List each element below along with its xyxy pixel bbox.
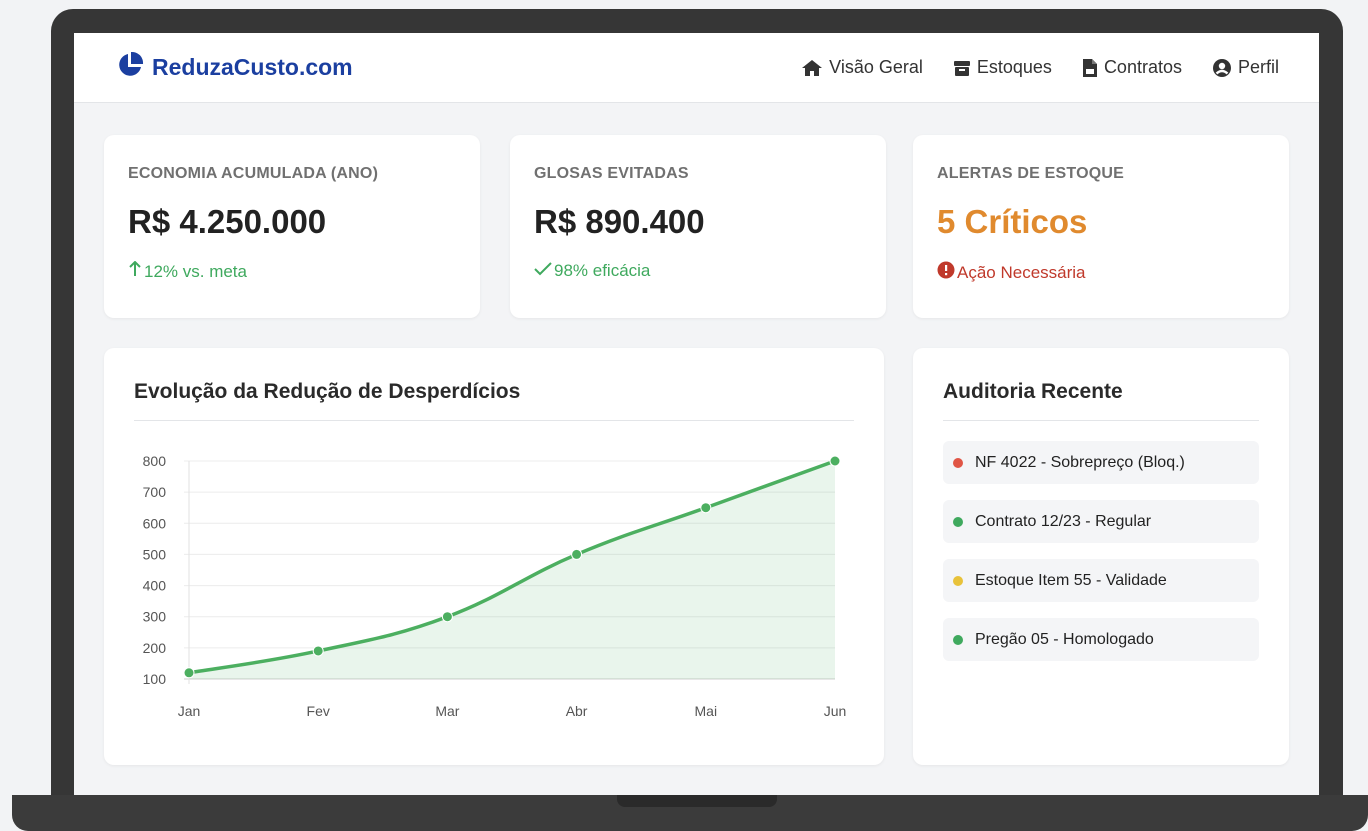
audit-item-label: Contrato 12/23 - Regular — [975, 512, 1152, 530]
audit-list: NF 4022 - Sobrepreço (Bloq.) Contrato 12… — [943, 441, 1259, 661]
kpi-trend-text: 98% eficácia — [554, 261, 651, 280]
kpi-trend-text: 12% vs. meta — [144, 261, 247, 281]
brand-logo[interactable]: ReduzaCusto.com — [116, 51, 353, 84]
line-chart: 100 200 300 400 500 600 700 800 Jan Fev Mar Abr Mai J… — [143, 453, 847, 719]
kpi-title: ALERTAS DE ESTOQUE — [937, 165, 1125, 182]
nav-item-perfil[interactable]: Perfil — [1212, 57, 1279, 78]
y-tick-label: 200 — [143, 640, 167, 656]
list-item[interactable]: Contrato 12/23 - Regular — [943, 500, 1259, 543]
nav-label: Visão Geral — [829, 57, 923, 77]
pie-chart-icon — [116, 51, 144, 84]
nav-label: Perfil — [1237, 57, 1279, 77]
check-icon — [534, 261, 552, 281]
y-tick-label: 700 — [143, 484, 167, 500]
kpi-card-alertas: ALERTAS DE ESTOQUE 5 Críticos Ação Neces… — [913, 135, 1289, 318]
arrow-up-icon — [128, 260, 142, 282]
y-tick-label: 100 — [143, 671, 167, 687]
app-screen: ReduzaCusto.com Visão Geral Estoques Con… — [74, 33, 1319, 798]
file-pdf-icon — [1082, 58, 1098, 78]
nav-item-estoques[interactable]: Estoques — [953, 57, 1052, 78]
audit-item-label: Estoque Item 55 - Validade — [975, 571, 1167, 589]
status-dot — [953, 634, 963, 645]
brand-name: ReduzaCusto.com — [152, 54, 353, 80]
nav-item-contratos[interactable]: Contratos — [1082, 57, 1182, 78]
exclamation-circle-icon — [937, 261, 955, 284]
x-tick-label: Fev — [307, 703, 330, 719]
status-dot — [953, 457, 963, 468]
audit-card: Auditoria Recente NF 4022 - Sobrepreço (… — [913, 348, 1289, 765]
kpi-alert: Ação Necessária — [937, 261, 1265, 284]
chart-card: Evolução da Redução de Desperdícios 100 2… — [104, 348, 884, 765]
series-area — [189, 461, 835, 679]
kpi-trend: 12% vs. meta — [128, 260, 456, 282]
data-point — [829, 455, 841, 467]
y-tick-label: 800 — [143, 453, 167, 469]
y-tick-label: 500 — [143, 546, 167, 562]
laptop-notch — [617, 795, 777, 807]
kpi-title: ECONOMIA ACUMULADA (ANO) — [128, 165, 379, 182]
kpi-alert-text: Ação Necessária — [957, 262, 1086, 282]
data-point — [700, 502, 712, 514]
status-dot — [953, 575, 963, 586]
data-point — [183, 667, 195, 679]
kpi-trend: 98% eficácia — [534, 261, 862, 281]
top-navbar: ReduzaCusto.com Visão Geral Estoques Con… — [74, 33, 1319, 103]
y-tick-label: 600 — [143, 515, 167, 531]
y-tick-label: 300 — [143, 609, 167, 625]
kpi-value: 5 Críticos — [937, 203, 1088, 240]
y-tick-label: 400 — [143, 578, 167, 594]
kpi-card-economia: ECONOMIA ACUMULADA (ANO) R$ 4.250.000 12… — [104, 135, 480, 318]
audit-item-label: Pregão 05 - Homologado — [975, 630, 1154, 648]
main-nav: Visão Geral Estoques Contratos Perfil — [801, 57, 1279, 78]
kpi-card-glosas: GLOSAS EVITADAS R$ 890.400 98% eficácia — [510, 135, 886, 318]
nav-label: Estoques — [976, 57, 1052, 77]
x-tick-label: Mai — [695, 703, 718, 719]
x-tick-label: Jun — [824, 703, 847, 719]
nav-label: Contratos — [1103, 57, 1182, 77]
list-item[interactable]: Estoque Item 55 - Validade — [943, 559, 1259, 602]
kpi-value: R$ 4.250.000 — [128, 203, 327, 240]
kpi-value: R$ 890.400 — [534, 203, 705, 240]
kpi-title: GLOSAS EVITADAS — [534, 165, 689, 182]
user-circle-icon — [1212, 58, 1232, 78]
data-point — [312, 645, 324, 657]
box-icon — [953, 59, 971, 77]
laptop-base — [12, 795, 1368, 831]
nav-item-visao-geral[interactable]: Visão Geral — [801, 57, 923, 78]
audit-item-label: NF 4022 - Sobrepreço (Bloq.) — [975, 453, 1185, 471]
x-tick-label: Mar — [435, 703, 459, 719]
x-tick-label: Abr — [566, 703, 588, 719]
status-dot — [953, 516, 963, 527]
data-point — [571, 548, 583, 560]
list-item[interactable]: Pregão 05 - Homologado — [943, 618, 1259, 661]
home-icon — [801, 59, 823, 77]
x-tick-label: Jan — [178, 703, 201, 719]
data-point — [441, 611, 453, 623]
list-item[interactable]: NF 4022 - Sobrepreço (Bloq.) — [943, 441, 1259, 484]
audit-title: Auditoria Recente — [943, 380, 1259, 421]
